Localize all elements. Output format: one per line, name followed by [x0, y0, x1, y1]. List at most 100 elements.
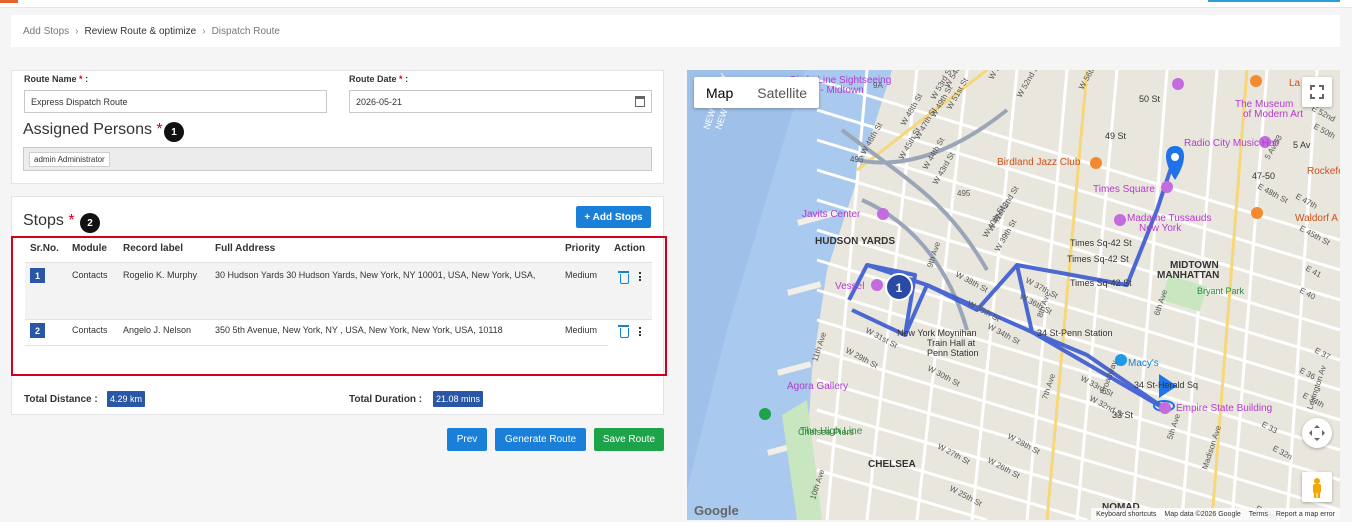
map-label-r495a: 495 [850, 155, 864, 164]
svg-text:Penn Station: Penn Station [927, 348, 979, 358]
map-attribution: Keyboard shortcuts Map data ©2026 Google… [1091, 508, 1340, 520]
camera-control-button[interactable] [1302, 418, 1332, 448]
col-action: Action [614, 243, 646, 254]
total-distance-label: Total Distance : [24, 394, 98, 405]
person-tag[interactable]: admin Administrator [29, 152, 110, 167]
svg-text:CHELSEA: CHELSEA [868, 459, 916, 470]
route-map[interactable]: 1 Radio City Music Hall The Museum of Mo… [687, 70, 1340, 520]
svg-text:Train Hall at: Train Hall at [927, 338, 976, 348]
street-view-button[interactable] [1302, 472, 1332, 502]
col-record-label: Record label [123, 243, 184, 254]
total-duration-label: Total Duration : [349, 394, 423, 405]
svg-text:47-50: 47-50 [1252, 171, 1275, 181]
chevron-right-icon: › [75, 25, 79, 37]
map-label-w52: W 52nd St [1015, 70, 1042, 99]
svg-text:49 St: 49 St [1105, 131, 1127, 141]
map-data-text: Map data ©2026 Google [1164, 510, 1241, 518]
row-record-label: Angelo J. Nelson [123, 325, 192, 335]
move-icon [1309, 425, 1325, 441]
svg-text:Times Square: Times Square [1093, 184, 1155, 195]
svg-text:MANHATTAN: MANHATTAN [1157, 270, 1219, 281]
svg-text:Agora Gallery: Agora Gallery [787, 381, 848, 392]
svg-text:50 St: 50 St [1139, 94, 1161, 104]
svg-text:Radio City Music Hall: Radio City Music Hall [1184, 138, 1279, 149]
map-label-e33: E 33 [1260, 420, 1279, 436]
step-badge-2: 2 [80, 213, 100, 233]
prev-button[interactable]: Prev [447, 428, 487, 451]
keyboard-shortcuts-link[interactable]: Keyboard shortcuts [1096, 511, 1156, 518]
svg-text:New York Moynihan: New York Moynihan [897, 328, 977, 338]
map-label-e48: E 48th St [1256, 182, 1290, 206]
svg-text:Empire State Building: Empire State Building [1176, 403, 1272, 414]
svg-text:Javits Center: Javits Center [802, 209, 861, 220]
route-date-label: Route Date * : [349, 74, 409, 84]
svg-text:Waldorf A: Waldorf A [1295, 213, 1338, 224]
row-number-badge: 2 [30, 323, 45, 338]
col-full-address: Full Address [215, 243, 276, 254]
trash-icon[interactable] [618, 271, 629, 284]
col-module: Module [72, 243, 107, 254]
more-vertical-icon[interactable] [639, 272, 641, 281]
row-address: 350 5th Avenue, New York, NY , USA, New … [215, 325, 503, 335]
calendar-icon[interactable] [635, 96, 645, 107]
map-label-e41: E 41 [1304, 264, 1323, 280]
map-label-r495b: 495 [957, 189, 971, 198]
stops-title: Stops * [23, 212, 75, 229]
map-label-w32: W 32nd St [1088, 394, 1126, 420]
map-canvas[interactable]: 1 Radio City Music Hall The Museum of Mo… [687, 70, 1340, 520]
breadcrumb: Add Stops › Review Route & optimize › Di… [11, 15, 1340, 47]
svg-text:Macy's: Macy's [1128, 358, 1159, 369]
trash-icon[interactable] [618, 325, 629, 338]
pegman-icon [1313, 478, 1321, 498]
breadcrumb-review-route[interactable]: Review Route & optimize [85, 26, 197, 37]
map-tab-map[interactable]: Map [694, 77, 745, 108]
svg-text:Times Sq-42 St: Times Sq-42 St [1070, 278, 1132, 288]
row-module: Contacts [72, 270, 108, 280]
total-duration-value: 21.08 mins [433, 391, 484, 407]
col-priority: Priority [565, 243, 601, 254]
map-label-r9a: 9A [873, 81, 883, 90]
row-module: Contacts [72, 325, 108, 335]
route-date-input[interactable]: 2026-05-21 [349, 90, 652, 113]
svg-text:New York: New York [1139, 223, 1182, 234]
svg-text:Birdland Jazz Club: Birdland Jazz Club [997, 157, 1081, 168]
map-label-w56: W 56th St [1077, 70, 1103, 91]
add-stops-button[interactable]: + Add Stops [576, 206, 651, 228]
row-record-label: Rogelio K. Murphy [123, 270, 198, 280]
more-vertical-icon[interactable] [639, 327, 641, 336]
terms-link[interactable]: Terms [1249, 511, 1268, 518]
total-distance-value: 4.29 km [107, 391, 146, 407]
map-label-madison: Madison Ave [1200, 424, 1223, 471]
assigned-persons-field[interactable]: admin Administrator [23, 147, 652, 171]
breadcrumb-dispatch-route[interactable]: Dispatch Route [212, 26, 280, 37]
assigned-persons-title: Assigned Persons * [23, 121, 163, 138]
top-bar [0, 0, 1352, 8]
map-label-e50: E 50th [1312, 122, 1337, 141]
svg-text:Bryant Park: Bryant Park [1197, 286, 1245, 296]
chevron-right-icon: › [202, 25, 206, 37]
save-route-button[interactable]: Save Route [594, 428, 664, 451]
route-name-input[interactable]: Express Dispatch Route [24, 90, 327, 113]
map-label-high_line: The High Line [800, 426, 863, 437]
svg-text:of Modern Art: of Modern Art [1243, 109, 1303, 120]
svg-text:34 St-Penn Station: 34 St-Penn Station [1037, 328, 1113, 338]
map-marker-1: 1 [896, 281, 903, 295]
report-error-link[interactable]: Report a map error [1276, 511, 1335, 518]
svg-text:HUDSON YARDS: HUDSON YARDS [815, 236, 895, 247]
svg-text:Vessel: Vessel [835, 281, 864, 292]
map-tab-satellite[interactable]: Satellite [745, 77, 819, 108]
row-priority: Medium [565, 270, 598, 280]
col-srno: Sr.No. [30, 243, 59, 254]
svg-text:Times Sq-42 St: Times Sq-42 St [1067, 254, 1129, 264]
map-label-w29: W 29th St [844, 346, 880, 371]
row-priority: Medium [565, 325, 598, 335]
step-badge-1: 1 [164, 122, 184, 142]
generate-route-button[interactable]: Generate Route [495, 428, 586, 451]
map-label-seventh: 7th Ave [1040, 372, 1057, 401]
svg-text:Times Sq-42 St: Times Sq-42 St [1070, 238, 1132, 248]
map-type-toggle: Map Satellite [694, 77, 820, 108]
breadcrumb-add-stops[interactable]: Add Stops [23, 26, 69, 37]
row-address: 30 Hudson Yards 30 Hudson Yards, New Yor… [215, 270, 536, 280]
fullscreen-button[interactable] [1302, 77, 1332, 107]
map-label-e37: E 37 [1313, 346, 1332, 362]
